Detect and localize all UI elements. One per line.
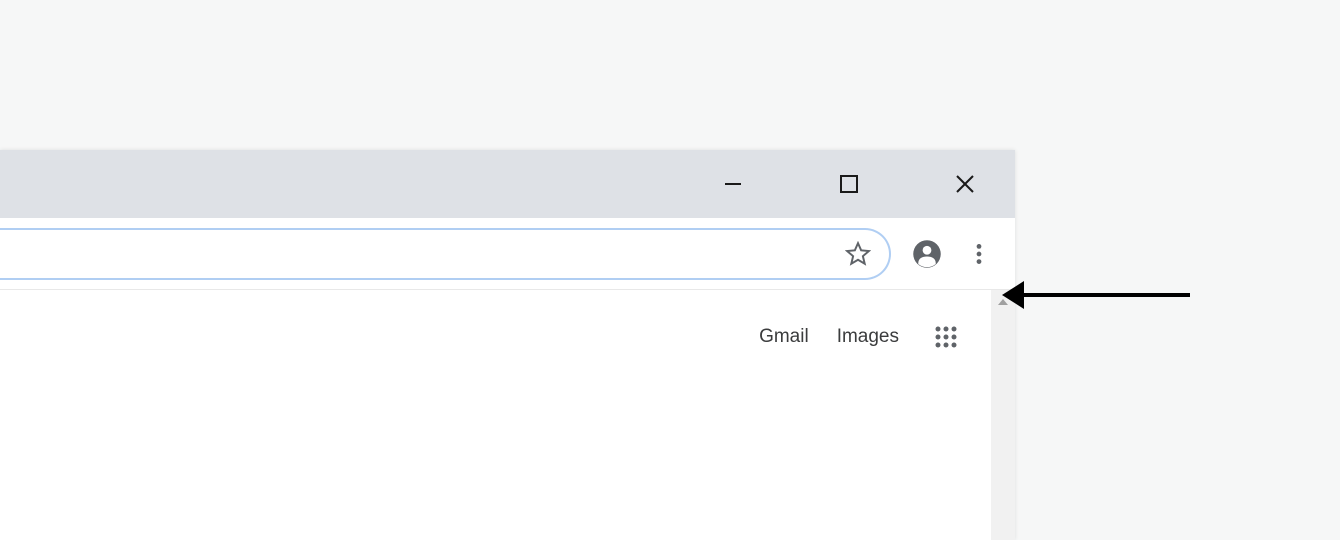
minimize-icon: [723, 174, 743, 194]
scroll-up-button[interactable]: [991, 290, 1015, 314]
apps-button[interactable]: [931, 322, 961, 352]
address-bar[interactable]: [0, 228, 891, 280]
scrollbar[interactable]: [991, 290, 1015, 540]
browser-window: Gmail Images: [0, 150, 1015, 540]
profile-icon: [912, 239, 942, 269]
page-content: Gmail Images: [0, 290, 1015, 540]
annotation-arrow-icon: [1000, 275, 1200, 315]
header-links: Gmail Images: [759, 322, 961, 352]
maximize-button[interactable]: [819, 154, 879, 214]
close-icon: [955, 174, 975, 194]
profile-button[interactable]: [903, 230, 951, 278]
minimize-button[interactable]: [703, 154, 763, 214]
close-button[interactable]: [935, 154, 995, 214]
title-bar: [0, 150, 1015, 218]
chevron-up-icon: [996, 295, 1010, 309]
star-icon: [845, 241, 871, 267]
menu-button[interactable]: [955, 230, 1003, 278]
images-link[interactable]: Images: [837, 326, 899, 348]
gmail-link[interactable]: Gmail: [759, 326, 809, 348]
kebab-menu-icon: [966, 241, 992, 267]
bookmark-button[interactable]: [841, 237, 875, 271]
apps-grid-icon: [934, 325, 958, 349]
browser-toolbar: [0, 218, 1015, 290]
maximize-icon: [839, 174, 859, 194]
